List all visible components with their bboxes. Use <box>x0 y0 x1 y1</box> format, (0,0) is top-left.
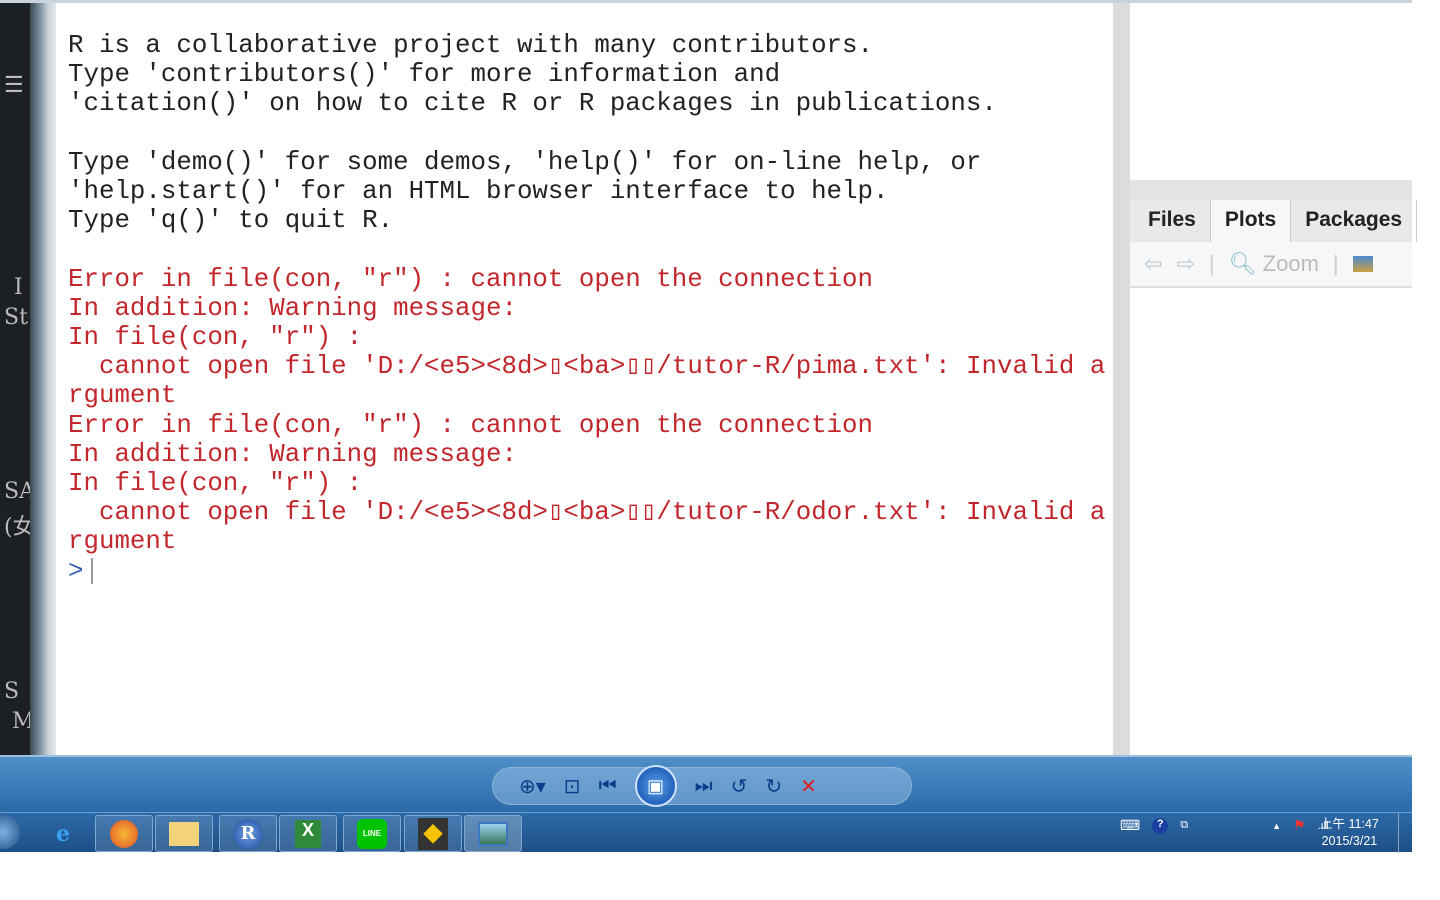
environment-pane <box>1130 3 1412 180</box>
zoom-icon[interactable]: ⊕▾ <box>519 774 546 799</box>
back-arrow-icon[interactable]: ⇦ <box>1144 251 1162 277</box>
prompt: > <box>68 556 84 586</box>
console-line: 'help.start()' for an HTML browser inter… <box>68 177 889 207</box>
zoom-label: Zoom <box>1262 251 1319 276</box>
menu-icon: ☰ <box>4 73 24 98</box>
error-line: rgument <box>68 527 177 557</box>
next-icon[interactable]: ⏭ <box>695 775 713 798</box>
left-text: St <box>4 305 28 330</box>
clock-date: 2015/3/21 <box>1321 834 1378 848</box>
r-icon[interactable]: R <box>219 815 277 852</box>
magnifier-icon: 🔍︎ <box>1228 251 1257 276</box>
export-image-icon[interactable] <box>1352 256 1373 272</box>
action-center-flag-icon[interactable]: ⚑ <box>1293 817 1306 834</box>
delete-icon[interactable]: ✕ <box>800 774 817 799</box>
rotate-left-icon[interactable]: ↺ <box>731 774 748 799</box>
error-line: cannot open file 'D:/<e5><8d>▯<ba>▯▯/tut… <box>68 498 1106 528</box>
app-icon[interactable]: ◆ <box>404 815 462 852</box>
show-desktop-button[interactable] <box>1398 813 1412 853</box>
previous-icon[interactable]: ⏮ <box>599 775 617 798</box>
console-line: 'citation()' on how to cite R or R packa… <box>68 89 997 119</box>
error-line: Error in file(con, "r") : cannot open th… <box>68 410 873 440</box>
line-icon[interactable]: LINE <box>343 815 401 852</box>
restore-icon[interactable]: ⧉ <box>1180 819 1188 832</box>
clock-time: 上午 11:47 <box>1320 817 1379 831</box>
error-line: rgument <box>68 381 177 411</box>
plot-area <box>1130 290 1412 755</box>
error-line: In file(con, "r") : <box>68 469 363 499</box>
forward-arrow-icon[interactable]: ⇨ <box>1176 251 1194 277</box>
r-console[interactable]: R is a collaborative project with many c… <box>56 3 1113 755</box>
pane-splitter-horizontal[interactable] <box>1130 180 1412 200</box>
tab-plots[interactable]: Plots <box>1210 200 1292 242</box>
left-text: I <box>14 275 23 300</box>
console-line: R is a collaborative project with many c… <box>68 31 873 60</box>
tab-packages[interactable]: Packages <box>1291 200 1418 242</box>
show-hidden-icons[interactable]: ▲ <box>1272 821 1281 831</box>
plots-toolbar: ⇦ ⇨ | 🔍︎ Zoom | <box>1130 242 1412 288</box>
error-line: In file(con, "r") : <box>68 323 363 353</box>
system-tray: ⌨ ? ⧉ ▲ ⚑ .ıll <box>1120 817 1329 834</box>
text-cursor <box>91 557 94 584</box>
photo-viewer-toolbar: ⊕▾ ⊡ ⏮ ▣ ⏭ ↺ ↻ ✕ <box>0 755 1412 812</box>
console-input-line[interactable]: > <box>68 557 1113 586</box>
help-icon[interactable]: ? <box>1152 817 1169 834</box>
fit-window-icon[interactable]: ⊡ <box>564 774 581 799</box>
error-line: In addition: Warning message: <box>68 439 517 469</box>
photo-viewer-icon[interactable] <box>464 815 522 852</box>
console-line: Type 'q()' to quit R. <box>68 206 394 236</box>
folder-icon[interactable] <box>155 815 213 852</box>
excel-icon[interactable]: X <box>279 815 337 852</box>
ie-icon[interactable]: e <box>34 815 92 852</box>
pane-splitter[interactable] <box>30 3 56 755</box>
console-line: Type 'contributors()' for more informati… <box>68 60 781 90</box>
firefox-icon[interactable] <box>95 815 153 852</box>
files-pane-tabs: Files Plots Packages <box>1130 200 1418 242</box>
error-line: Error in file(con, "r") : cannot open th… <box>68 264 873 294</box>
start-button[interactable] <box>0 815 20 849</box>
taskbar: e R X LINE ◆ ⌨ ? ⧉ ▲ ⚑ .ıll 上午 11:47 2015… <box>0 812 1412 853</box>
rotate-right-icon[interactable]: ↻ <box>765 774 782 799</box>
console-scrollbar[interactable] <box>1113 3 1130 755</box>
error-line: In addition: Warning message: <box>68 293 517 323</box>
left-text: S <box>4 679 20 704</box>
slideshow-button[interactable]: ▣ <box>634 765 677 807</box>
error-line: cannot open file 'D:/<e5><8d>▯<ba>▯▯/tut… <box>68 352 1106 382</box>
clock[interactable]: 上午 11:47 2015/3/21 <box>1320 816 1379 850</box>
tab-files[interactable]: Files <box>1134 200 1211 242</box>
console-line: Type 'demo()' for some demos, 'help()' f… <box>68 147 982 177</box>
keyboard-icon[interactable]: ⌨ <box>1120 817 1140 834</box>
zoom-button[interactable]: 🔍︎ Zoom <box>1229 251 1319 277</box>
